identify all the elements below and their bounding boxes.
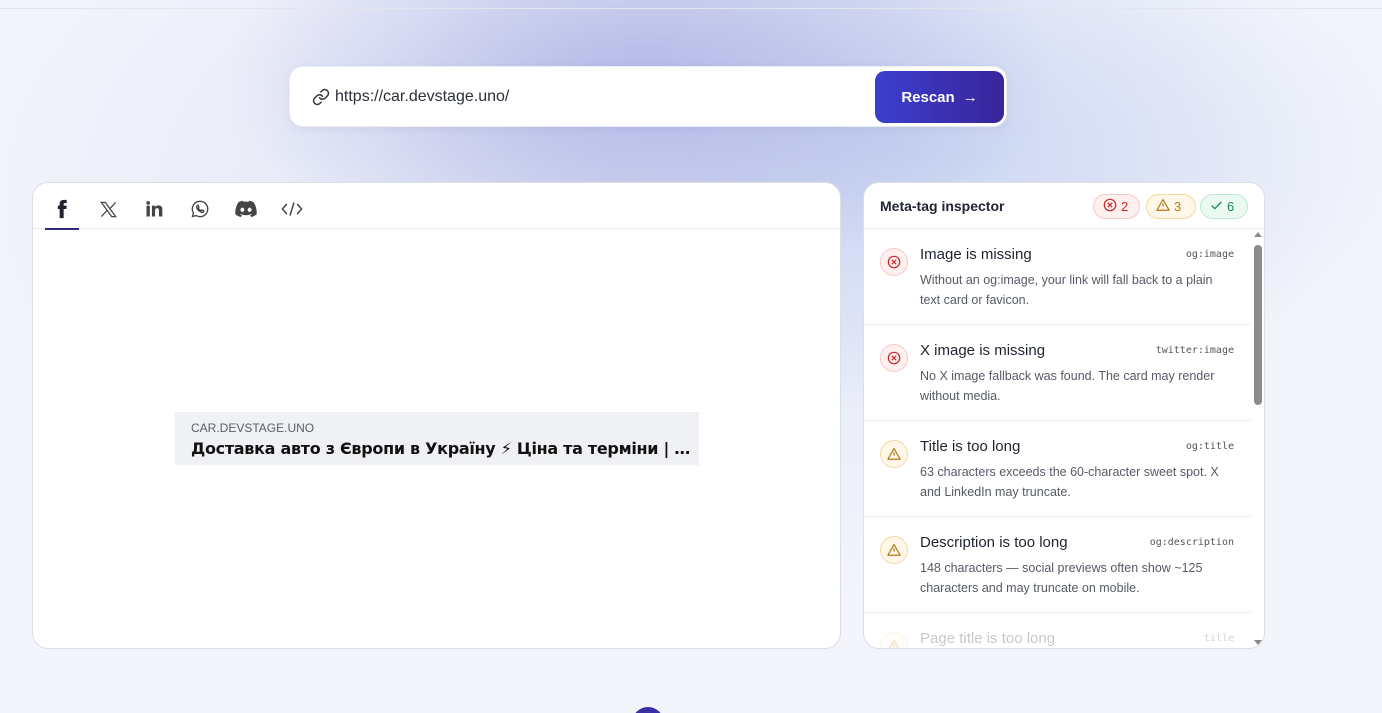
inspector-header: Meta-tag inspector 2 3 6 (864, 183, 1264, 229)
warning-triangle-icon (1156, 198, 1170, 215)
error-circle-icon (880, 344, 908, 372)
preview-title: Доставка авто з Європи в Україну ⚡ Ціна … (191, 439, 691, 458)
platform-tabs (33, 183, 840, 230)
url-input[interactable] (335, 85, 855, 109)
tab-linkedin[interactable] (137, 189, 171, 229)
issue-title: Page title is too long (920, 630, 1056, 647)
warning-count: 3 (1174, 199, 1182, 214)
issue-tag: og:title (1185, 441, 1234, 452)
issue-title: Image is missing (920, 246, 1032, 263)
issue-description: 148 characters — social previews often s… (920, 561, 1203, 595)
floating-action-button[interactable] (632, 707, 664, 713)
tab-discord[interactable] (229, 189, 263, 229)
meta-tag-inspector: Meta-tag inspector 2 3 6 Image is missin… (863, 182, 1265, 649)
warning-triangle-icon (880, 440, 908, 468)
code-icon (281, 201, 303, 217)
social-preview-card: CAR.DEVSTAGE.UNO Доставка авто з Європи … (32, 182, 841, 649)
check-icon (1210, 199, 1223, 215)
issue-item[interactable]: Page title is too long title (864, 613, 1250, 648)
x-icon (99, 200, 118, 219)
scroll-down-arrow-icon[interactable] (1254, 640, 1262, 645)
url-bar: Rescan → (289, 66, 1007, 127)
issue-item[interactable]: Title is too long og:title 63 characters… (864, 421, 1250, 517)
issue-item[interactable]: X image is missing twitter:image No X im… (864, 325, 1250, 421)
issue-list: Image is missing og:image Without an og:… (864, 229, 1250, 648)
top-divider (0, 8, 1382, 9)
link-icon (312, 88, 330, 106)
scroll-up-arrow-icon[interactable] (1254, 232, 1262, 237)
tab-whatsapp[interactable] (183, 189, 217, 229)
facebook-icon (52, 198, 72, 220)
whatsapp-icon (190, 199, 210, 219)
issue-item[interactable]: Image is missing og:image Without an og:… (864, 229, 1250, 325)
error-circle-icon (880, 248, 908, 276)
discord-icon (235, 200, 257, 218)
linkedin-icon (144, 199, 164, 219)
issue-description: Without an og:image, your link will fall… (920, 273, 1213, 307)
passed-count: 6 (1227, 199, 1235, 214)
error-count: 2 (1121, 199, 1129, 214)
link-preview[interactable]: CAR.DEVSTAGE.UNO Доставка авто з Європи … (175, 412, 699, 465)
warning-triangle-icon (880, 536, 908, 564)
rescan-label: Rescan (901, 88, 955, 106)
issue-description: No X image fallback was found. The card … (920, 369, 1215, 403)
rescan-button[interactable]: Rescan → (875, 71, 1004, 123)
arrow-right-icon: → (962, 88, 978, 106)
warning-triangle-icon (880, 632, 908, 648)
passed-count-badge[interactable]: 6 (1200, 194, 1248, 219)
tab-code[interactable] (275, 189, 309, 229)
issue-tag: og:description (1149, 537, 1234, 548)
issue-title: X image is missing (920, 342, 1046, 359)
preview-domain: CAR.DEVSTAGE.UNO (191, 421, 315, 435)
error-count-badge[interactable]: 2 (1093, 194, 1140, 219)
issue-title: Title is too long (920, 438, 1021, 455)
tab-x[interactable] (91, 189, 125, 229)
error-circle-icon (1103, 198, 1117, 215)
tab-facebook[interactable] (45, 189, 79, 230)
issue-tag: title (1203, 633, 1234, 644)
issue-list-scrollbar[interactable] (1251, 229, 1264, 648)
issue-item[interactable]: Description is too long og:description 1… (864, 517, 1250, 613)
issue-title: Description is too long (920, 534, 1068, 551)
scrollbar-thumb[interactable] (1254, 245, 1262, 405)
inspector-title: Meta-tag inspector (880, 198, 1005, 214)
issue-tag: og:image (1185, 249, 1234, 260)
issue-description: 63 characters exceeds the 60-character s… (920, 465, 1219, 499)
warning-count-badge[interactable]: 3 (1146, 194, 1196, 219)
issue-tag: twitter:image (1155, 345, 1234, 356)
